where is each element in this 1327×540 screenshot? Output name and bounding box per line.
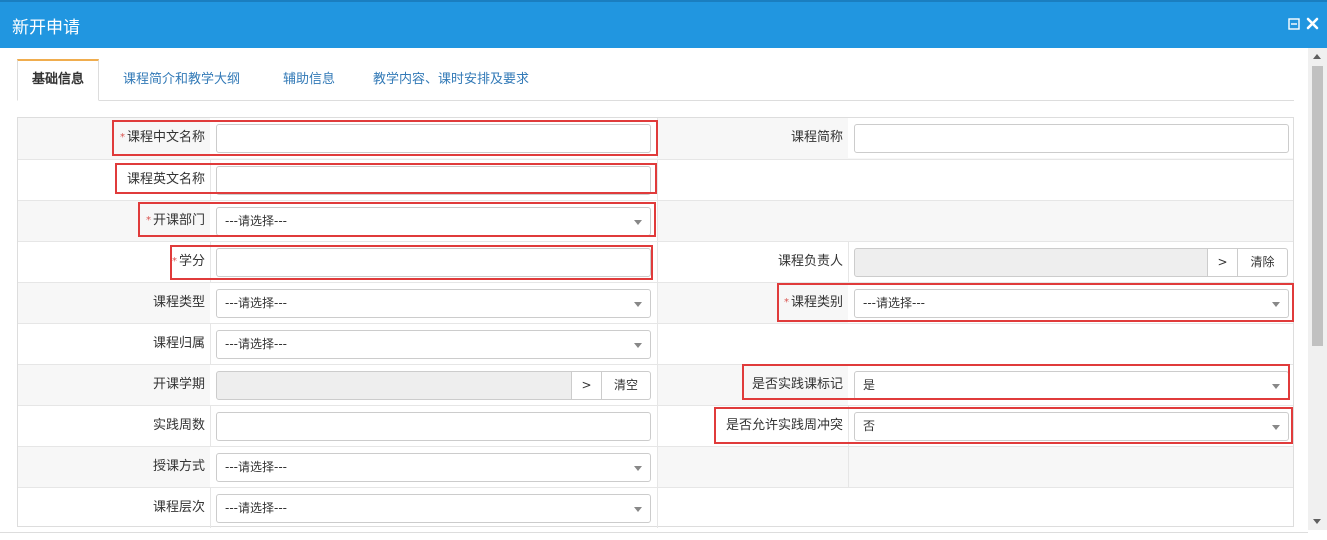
semester-clear-button[interactable]: 清空 xyxy=(602,371,651,400)
course-en-name-label: 课程英文名称 xyxy=(126,172,205,187)
semester-cell: > 清空 xyxy=(210,365,657,405)
semester-select-button[interactable]: > xyxy=(572,371,602,400)
tab-basic-info[interactable]: 基础信息 xyxy=(17,59,100,101)
tab-course-intro[interactable]: 课程简介和教学大纲 xyxy=(123,59,240,101)
course-level-cell: ---请选择--- xyxy=(210,488,657,528)
chevron-down-icon xyxy=(1272,384,1280,389)
chevron-down-icon xyxy=(1272,425,1280,430)
teaching-mode-label: 授课方式 xyxy=(152,459,205,474)
course-level-label: 课程层次 xyxy=(152,500,205,515)
department-label: * 开课部门 xyxy=(145,213,205,228)
semester-picker: > 清空 xyxy=(216,371,651,400)
practice-weeks-cell xyxy=(210,406,657,446)
course-affiliation-label: 课程归属 xyxy=(152,336,205,351)
form-row: 实践周数 是否允许实践周冲突 否 xyxy=(18,405,1293,446)
form-row: 课程归属 ---请选择--- xyxy=(18,323,1293,364)
required-star: * xyxy=(145,215,151,226)
practice-weeks-label: 实践周数 xyxy=(152,418,205,433)
teaching-mode-select[interactable]: ---请选择--- xyxy=(216,453,651,482)
course-category-cell: ---请选择--- xyxy=(848,283,1293,323)
scroll-up-icon[interactable] xyxy=(1313,54,1321,59)
course-type-label: 课程类型 xyxy=(152,295,205,310)
practice-flag-cell: 是 xyxy=(848,365,1293,405)
teaching-mode-cell: ---请选择--- xyxy=(210,447,657,487)
course-short-name-input[interactable] xyxy=(854,124,1289,153)
tab-bar: 基础信息 课程简介和教学大纲 辅助信息 教学内容、课时安排及要求 xyxy=(17,59,1294,101)
form-row: * 开课部门 ---请选择--- xyxy=(18,200,1293,241)
tab-aux-info[interactable]: 辅助信息 xyxy=(283,59,335,101)
allow-week-conflict-cell: 否 xyxy=(848,406,1293,446)
form-row: * 学分 课程负责人 > 清除 xyxy=(18,241,1293,282)
department-cell: ---请选择--- xyxy=(210,201,657,241)
form-row: 开课学期 > 清空 是否实践课标记 是 xyxy=(18,364,1293,405)
department-select[interactable]: ---请选择--- xyxy=(216,207,651,236)
form-row: * 课程中文名称 课程简称 xyxy=(18,118,1293,159)
dialog-title: 新开申请 xyxy=(12,18,80,38)
practice-flag-select[interactable]: 是 xyxy=(854,371,1289,400)
form-row: 授课方式 ---请选择--- xyxy=(18,446,1293,487)
course-type-cell: ---请选择--- xyxy=(210,283,657,323)
credit-input[interactable] xyxy=(216,248,651,277)
practice-weeks-input[interactable] xyxy=(216,412,651,441)
chevron-down-icon xyxy=(634,302,642,307)
chevron-down-icon xyxy=(1272,302,1280,307)
allow-week-conflict-label: 是否允许实践周冲突 xyxy=(725,418,843,433)
semester-label: 开课学期 xyxy=(152,377,205,392)
required-star: * xyxy=(119,132,125,143)
form-row: 课程英文名称 xyxy=(18,159,1293,200)
practice-flag-label: 是否实践课标记 xyxy=(751,377,843,392)
required-star: * xyxy=(783,297,789,308)
course-level-select[interactable]: ---请选择--- xyxy=(216,494,651,523)
titlebar-icons xyxy=(1288,17,1319,33)
course-cn-name-input[interactable] xyxy=(216,124,651,153)
course-short-name-cell xyxy=(848,118,1293,158)
course-type-select[interactable]: ---请选择--- xyxy=(216,289,651,318)
dialog-titlebar: 新开申请 xyxy=(0,0,1327,48)
course-owner-label: 课程负责人 xyxy=(777,254,843,269)
course-affiliation-cell: ---请选择--- xyxy=(210,324,657,364)
course-category-label: * 课程类别 xyxy=(783,295,843,310)
chevron-down-icon xyxy=(634,466,642,471)
chevron-down-icon xyxy=(634,343,642,348)
credit-label: * 学分 xyxy=(171,254,205,269)
credit-cell xyxy=(210,242,657,282)
semester-field[interactable] xyxy=(216,371,572,400)
course-cn-name-label: * 课程中文名称 xyxy=(119,130,205,145)
course-owner-picker: > 清除 xyxy=(854,248,1288,277)
close-icon[interactable] xyxy=(1306,17,1319,33)
basic-info-form: * 课程中文名称 课程简称 课程英文名称 * 开课部门 ---请选择--- * 学分 xyxy=(17,117,1294,528)
scroll-thumb[interactable] xyxy=(1312,66,1323,346)
course-owner-clear-button[interactable]: 清除 xyxy=(1238,248,1288,277)
minimize-icon[interactable] xyxy=(1288,17,1300,33)
vertical-scrollbar[interactable] xyxy=(1308,48,1327,530)
tab-teaching-content[interactable]: 教学内容、课时安排及要求 xyxy=(373,59,529,101)
chevron-down-icon xyxy=(634,507,642,512)
required-star: * xyxy=(171,256,177,267)
allow-week-conflict-select[interactable]: 否 xyxy=(854,412,1289,441)
chevron-down-icon xyxy=(634,220,642,225)
form-row: 课程层次 ---请选择--- xyxy=(18,487,1293,528)
scroll-down-icon[interactable] xyxy=(1313,519,1321,524)
course-category-select[interactable]: ---请选择--- xyxy=(854,289,1289,318)
course-owner-cell: > 清除 xyxy=(848,242,1293,282)
course-affiliation-select[interactable]: ---请选择--- xyxy=(216,330,651,359)
course-en-name-cell xyxy=(210,160,657,200)
course-owner-select-button[interactable]: > xyxy=(1208,248,1238,277)
course-owner-field[interactable] xyxy=(854,248,1208,277)
form-row: 课程类型 ---请选择--- * 课程类别 ---请选择--- xyxy=(18,282,1293,323)
dialog-bottom-divider xyxy=(0,532,1308,533)
course-cn-name-cell xyxy=(210,118,657,158)
course-en-name-input[interactable] xyxy=(216,166,651,195)
course-short-name-label: 课程简称 xyxy=(790,130,843,145)
